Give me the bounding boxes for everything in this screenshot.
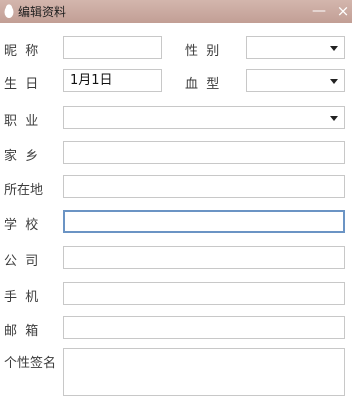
company-input[interactable] bbox=[63, 246, 345, 269]
nickname-input[interactable] bbox=[63, 36, 162, 59]
title-bar: 编辑资料 — × bbox=[0, 0, 352, 23]
school-input[interactable] bbox=[63, 210, 345, 233]
occupation-label: 职 业 bbox=[4, 114, 39, 129]
minimize-button[interactable]: — bbox=[308, 0, 330, 23]
location-label: 所在地 bbox=[4, 183, 44, 198]
window-title: 编辑资料 bbox=[18, 5, 67, 19]
occupation-select[interactable] bbox=[63, 106, 345, 129]
email-label: 邮 箱 bbox=[4, 324, 39, 339]
school-label: 学 校 bbox=[4, 218, 39, 233]
phone-label: 手 机 bbox=[4, 290, 39, 305]
signature-textarea[interactable] bbox=[63, 348, 345, 396]
dropdown-arrow-icon bbox=[330, 79, 338, 84]
nickname-label: 昵 称 bbox=[4, 44, 39, 59]
qq-penguin-icon bbox=[4, 4, 14, 18]
location-input[interactable] bbox=[63, 175, 345, 198]
gender-select[interactable] bbox=[246, 36, 345, 59]
hometown-input[interactable] bbox=[63, 141, 345, 164]
divider bbox=[147, 335, 187, 338]
hometown-label: 家 乡 bbox=[4, 149, 39, 164]
signature-label: 个性签名 bbox=[4, 356, 57, 371]
gender-label: 性 别 bbox=[185, 44, 220, 59]
company-label: 公 司 bbox=[4, 254, 39, 269]
birthday-label: 生 日 bbox=[4, 77, 39, 92]
close-button[interactable]: × bbox=[332, 0, 352, 23]
dropdown-arrow-icon bbox=[330, 46, 338, 51]
phone-input[interactable] bbox=[63, 282, 345, 305]
birthday-input[interactable]: 1月1日 bbox=[63, 69, 162, 92]
dropdown-arrow-icon bbox=[330, 116, 338, 121]
blood-type-select[interactable] bbox=[246, 69, 345, 92]
email-input[interactable] bbox=[63, 316, 345, 339]
blood-type-label: 血 型 bbox=[185, 77, 220, 92]
